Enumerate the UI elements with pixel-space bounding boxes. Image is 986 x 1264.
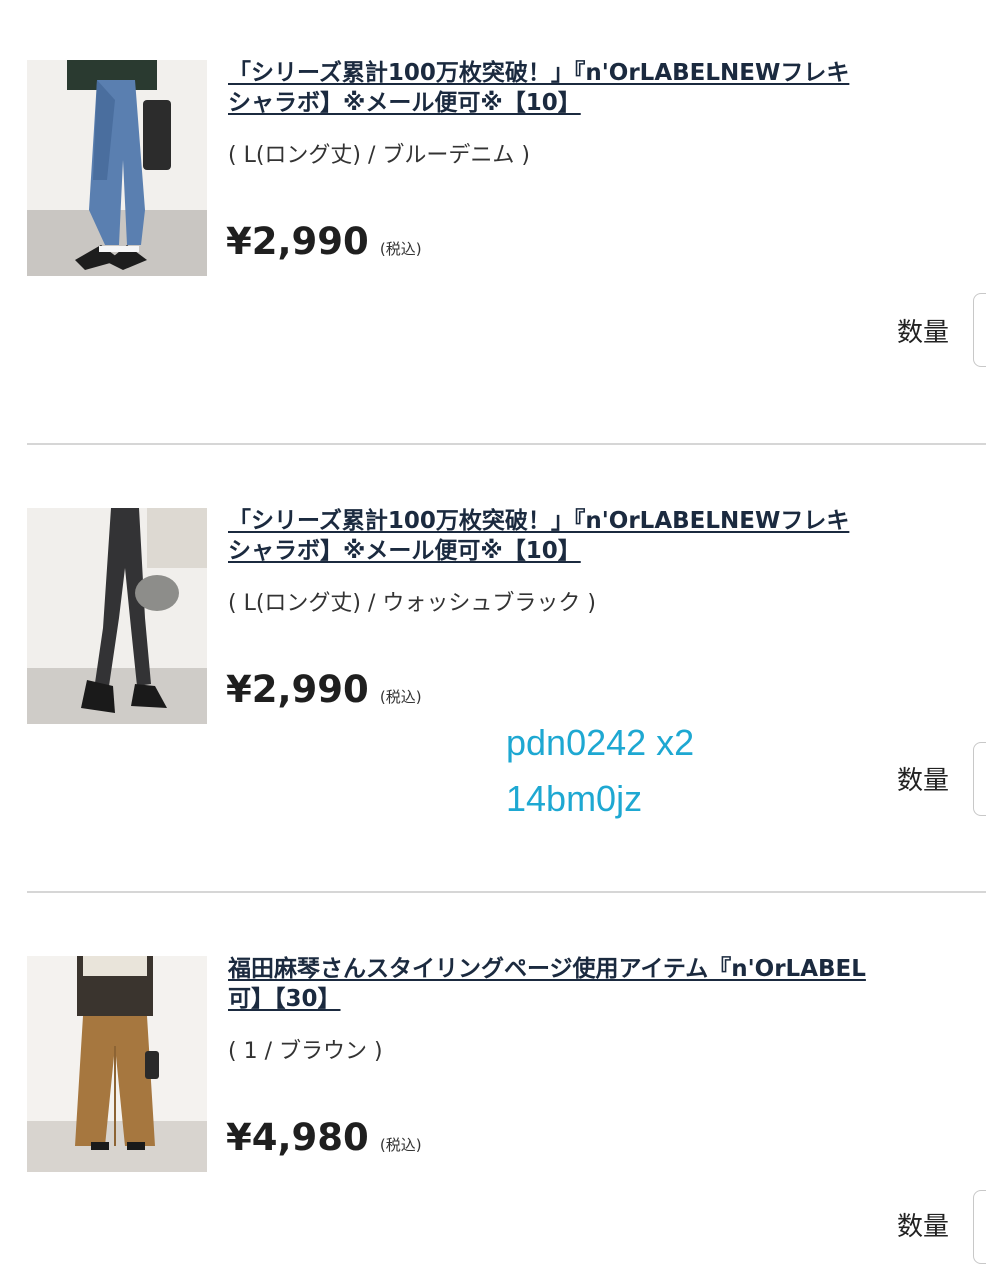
quantity-label: 数量 xyxy=(897,766,950,796)
product-price: ¥4,980 (税込) xyxy=(226,1116,422,1159)
product-title-link[interactable]: 「シリーズ累計100万枚突破！」『n'OrLABELNEWフレキ シャラボ】※メ… xyxy=(228,58,986,118)
quantity-select[interactable] xyxy=(973,742,986,816)
product-title-link[interactable]: 福田麻琴さんスタイリングページ使用アイテム『n'OrLABEL 可】【30】 xyxy=(228,954,986,1014)
tax-label: (税込) xyxy=(379,688,422,706)
quantity-label: 数量 xyxy=(897,1212,950,1242)
annotation-text-line1: pdn0242 x2 xyxy=(506,722,695,763)
quantity-select[interactable] xyxy=(973,1190,986,1264)
product-price: ¥2,990 (税込) xyxy=(226,220,422,263)
price-amount: ¥4,980 xyxy=(226,1116,369,1159)
tax-label: (税込) xyxy=(379,240,422,258)
quantity-select[interactable] xyxy=(973,293,986,367)
product-image[interactable] xyxy=(27,60,207,276)
product-title-link[interactable]: 「シリーズ累計100万枚突破！」『n'OrLABELNEWフレキ シャラボ】※メ… xyxy=(228,506,986,566)
product-price: ¥2,990 (税込) xyxy=(226,668,422,711)
product-title-line2: シャラボ】※メール便可※【10】 xyxy=(228,538,581,564)
product-image[interactable] xyxy=(27,956,207,1172)
item-divider xyxy=(27,891,986,893)
product-variant: ( L(ロング丈) / ウォッシュブラック ) xyxy=(228,591,596,616)
quantity-label: 数量 xyxy=(897,318,950,348)
product-image[interactable] xyxy=(27,508,207,724)
product-variant: ( L(ロング丈) / ブルーデニム ) xyxy=(228,143,530,168)
price-amount: ¥2,990 xyxy=(226,668,369,711)
item-divider xyxy=(27,443,986,445)
product-variant: ( 1 / ブラウン ) xyxy=(228,1039,383,1064)
annotation-text-line2: 14bm0jz xyxy=(506,778,643,819)
product-title-line2: 可】【30】 xyxy=(228,986,341,1012)
price-amount: ¥2,990 xyxy=(226,220,369,263)
product-title-line1: 福田麻琴さんスタイリングページ使用アイテム『n'OrLABEL xyxy=(228,956,866,982)
product-title-line1: 「シリーズ累計100万枚突破！」『n'OrLABELNEWフレキ xyxy=(228,60,850,86)
tax-label: (税込) xyxy=(379,1136,422,1154)
product-title-line2: シャラボ】※メール便可※【10】 xyxy=(228,90,581,116)
product-title-line1: 「シリーズ累計100万枚突破！」『n'OrLABELNEWフレキ xyxy=(228,508,850,534)
